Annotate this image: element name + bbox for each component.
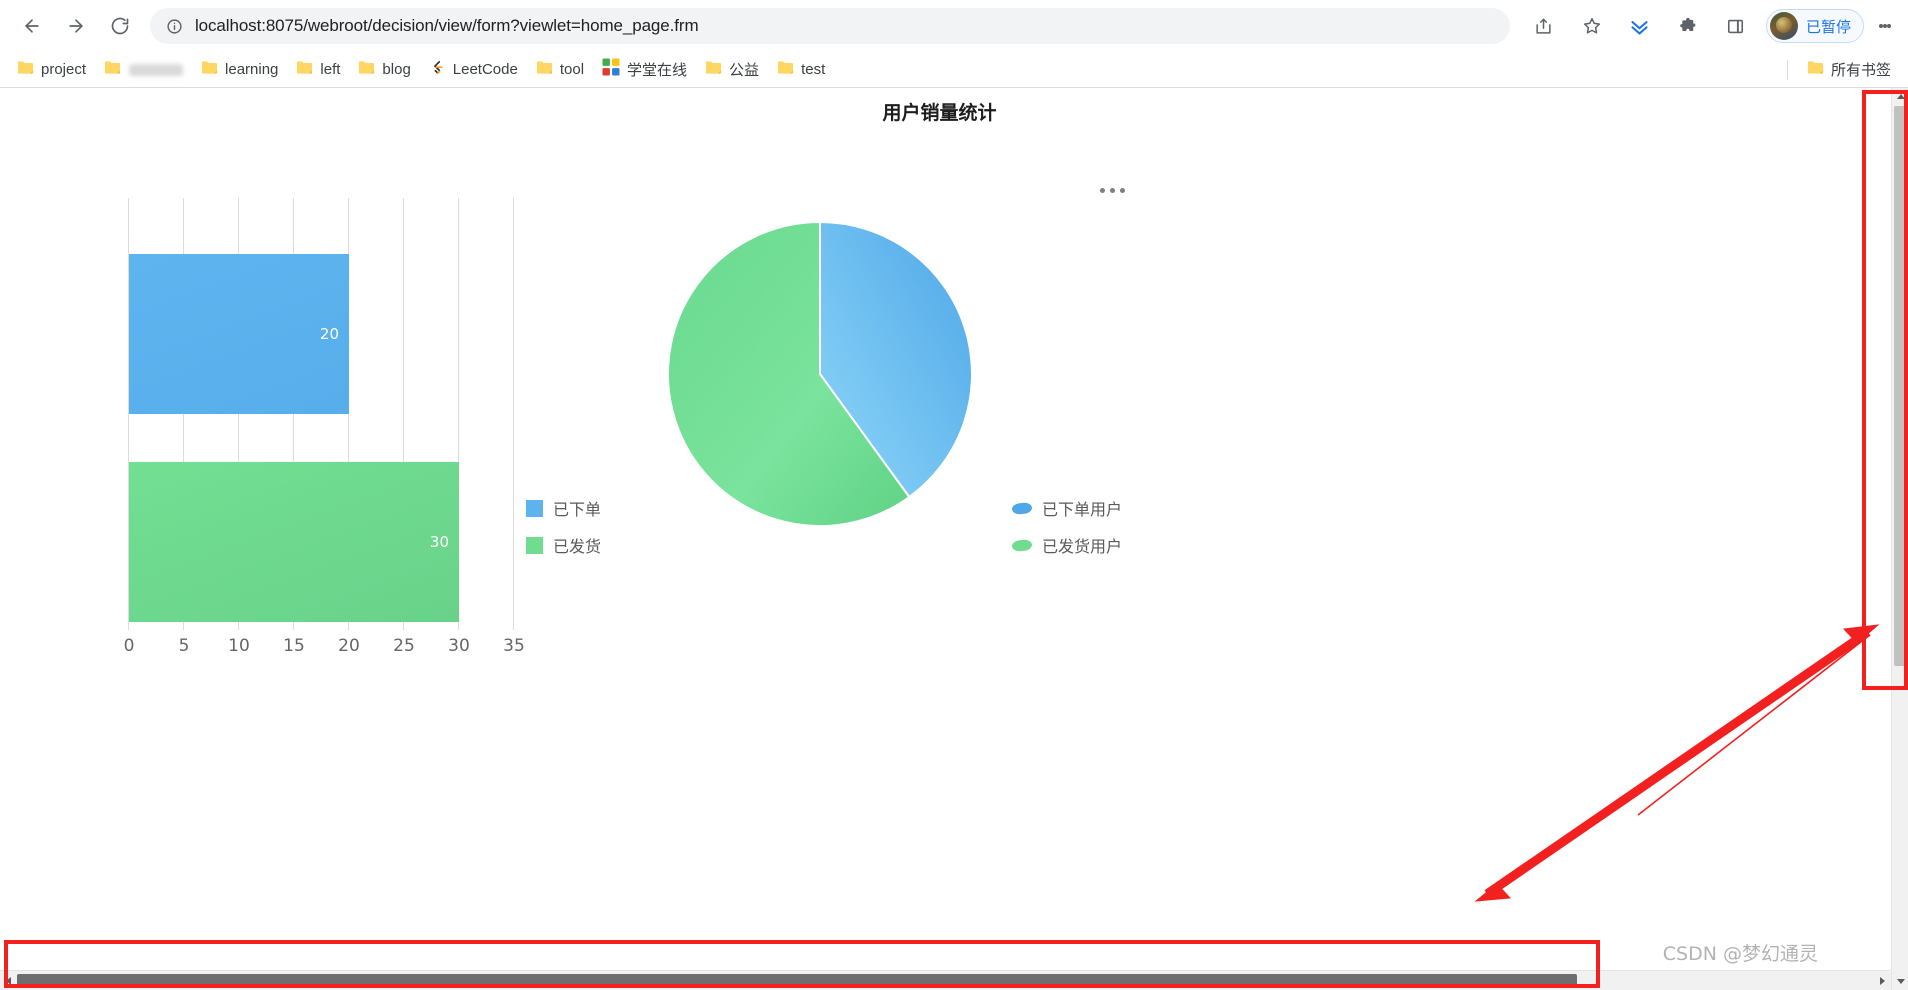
bookmarks-bar: project learning left blog LeetCode tool… <box>0 52 1908 87</box>
legend-swatch-icon <box>1011 538 1033 552</box>
bookmark-label-redacted <box>129 63 184 76</box>
bar-value-label: 30 <box>429 533 449 551</box>
bookmark-item[interactable]: project <box>8 57 95 83</box>
avatar <box>1769 12 1798 40</box>
bookmark-item[interactable]: blog <box>349 57 419 83</box>
bookmark-label: tool <box>559 61 585 78</box>
forward-button[interactable] <box>58 8 94 44</box>
bookmark-item[interactable]: LeetCode <box>420 57 527 83</box>
bookmark-item[interactable]: tool <box>527 57 593 83</box>
pie-widget-menu-icon[interactable] <box>1100 188 1125 193</box>
x-tick: 0 <box>123 636 135 656</box>
bookmark-star-icon[interactable] <box>1575 9 1609 43</box>
legend-swatch-icon <box>526 536 543 554</box>
folder-icon <box>201 59 218 80</box>
bar-shipped-users[interactable]: 30 <box>129 462 459 622</box>
bookmark-item[interactable]: 公益 <box>696 57 768 83</box>
bookmark-item[interactable]: left <box>287 57 349 83</box>
folder-icon <box>296 59 313 80</box>
folder-icon <box>705 59 722 80</box>
toolbar-right-actions: 已暂停 <box>1520 9 1898 43</box>
bookmark-item[interactable]: 学堂在线 <box>593 57 696 83</box>
scroll-left-arrow-icon[interactable] <box>0 971 17 990</box>
legend-swatch-icon <box>526 499 543 517</box>
profile-status-label: 已暂停 <box>1805 18 1851 36</box>
bar-chart-plot: 20 30 <box>128 198 524 630</box>
vertical-scrollbar[interactable] <box>1891 88 1908 990</box>
gridline <box>513 198 514 630</box>
leetcode-icon <box>429 59 446 81</box>
page-title: 用户销量统计 <box>882 102 997 124</box>
downloads-icon[interactable] <box>1623 9 1657 43</box>
legend-swatch-icon <box>1011 501 1033 515</box>
reload-button[interactable] <box>102 8 138 44</box>
bookmark-label: test <box>801 61 826 78</box>
url-text[interactable]: localhost:8075/webroot/decision/view/for… <box>195 16 699 36</box>
browser-chrome: localhost:8075/webroot/decision/view/for… <box>0 0 1908 88</box>
x-tick: 15 <box>283 636 305 656</box>
horizontal-scrollbar-thumb[interactable] <box>17 974 1577 988</box>
address-bar[interactable]: localhost:8075/webroot/decision/view/for… <box>150 8 1510 44</box>
pie-chart-legend: 已下单用户 已发货用户 <box>1011 496 1123 557</box>
extensions-puzzle-icon[interactable] <box>1671 9 1705 43</box>
bookmark-label: learning <box>225 61 279 78</box>
folder-icon <box>777 59 794 80</box>
all-bookmarks-label: 所有书签 <box>1830 62 1891 79</box>
x-tick: 10 <box>228 636 250 656</box>
screenshot-root: localhost:8075/webroot/decision/view/for… <box>0 0 1908 990</box>
bookmark-item[interactable]: test <box>768 57 834 83</box>
side-panel-icon[interactable] <box>1719 9 1753 43</box>
folder-icon <box>536 59 553 80</box>
bookmark-label: project <box>41 61 87 78</box>
horizontal-scrollbar[interactable] <box>0 970 1891 990</box>
dashboard-canvas: 用户销量统计 20 30 0 5 10 15 20 25 30 35 已下单用户… <box>0 88 1879 990</box>
back-button[interactable] <box>14 8 50 44</box>
bookmark-label: left <box>320 61 341 78</box>
vertical-scrollbar-thumb[interactable] <box>1894 106 1907 666</box>
share-icon[interactable] <box>1527 9 1561 43</box>
legend-label: 已发货用户 <box>1042 537 1123 556</box>
legend-item-shipped-users[interactable]: 已发货用户 <box>1011 533 1123 557</box>
scroll-up-arrow-icon[interactable] <box>1892 88 1908 105</box>
x-tick: 5 <box>178 636 190 656</box>
pie-chart-plot <box>660 214 980 534</box>
site-info-icon[interactable] <box>166 18 183 35</box>
x-tick: 35 <box>503 636 525 656</box>
bar-value-label: 20 <box>319 325 339 343</box>
all-bookmarks-button[interactable]: 所有书签 <box>1798 57 1900 83</box>
bookmark-label: 公益 <box>729 62 760 79</box>
legend-item-ordered-users[interactable]: 已下单用户 <box>1011 496 1123 520</box>
xuetangx-icon <box>602 58 620 81</box>
folder-icon <box>17 59 34 80</box>
x-tick: 30 <box>448 636 470 656</box>
x-tick: 25 <box>393 636 415 656</box>
folder-icon <box>358 59 375 80</box>
scroll-right-arrow-icon[interactable] <box>1874 971 1891 990</box>
pie-svg <box>667 220 973 527</box>
bookmark-item[interactable] <box>95 57 192 83</box>
legend-label: 已下单用户 <box>1042 500 1123 519</box>
bookmark-item[interactable]: learning <box>192 57 287 83</box>
scroll-down-arrow-icon[interactable] <box>1892 973 1908 990</box>
page-viewport: 用户销量统计 20 30 0 5 10 15 20 25 30 35 已下单用户… <box>0 88 1908 990</box>
x-tick: 20 <box>338 636 360 656</box>
bar-ordered-users[interactable]: 20 <box>129 254 349 414</box>
bookmark-label: LeetCode <box>452 61 518 78</box>
folder-icon <box>1807 59 1824 80</box>
watermark: CSDN @梦幻通灵 <box>1662 943 1818 965</box>
browser-toolbar: localhost:8075/webroot/decision/view/for… <box>0 0 1908 52</box>
bar-chart-x-axis: 0 5 10 15 20 25 30 35 <box>124 636 548 660</box>
pie-chart-widget: 已下单用户 已发货用户 <box>600 136 1240 696</box>
bookmarks-divider <box>1786 59 1788 80</box>
chrome-menu-icon[interactable] <box>1872 9 1898 43</box>
bookmark-label: blog <box>382 61 411 78</box>
folder-icon <box>104 59 121 80</box>
profile-chip[interactable]: 已暂停 <box>1765 9 1864 43</box>
bookmark-label: 学堂在线 <box>627 62 688 79</box>
